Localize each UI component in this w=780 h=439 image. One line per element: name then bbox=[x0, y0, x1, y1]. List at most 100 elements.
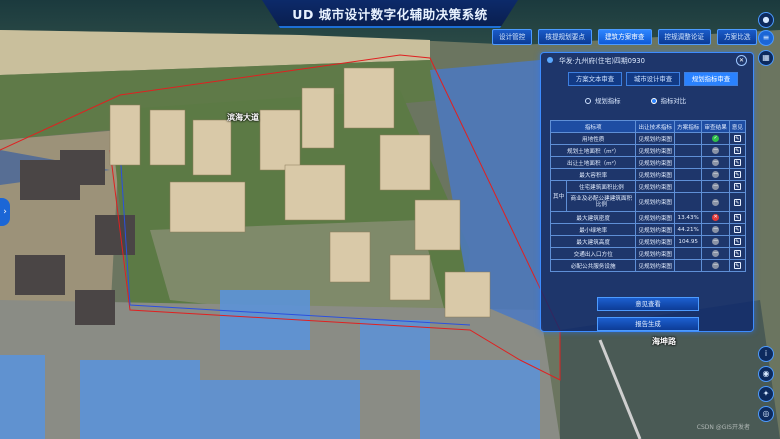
radio-label: 指标对比 bbox=[660, 97, 687, 105]
nav-scheme-compare[interactable]: 方案比选 bbox=[717, 29, 758, 45]
row-tech: 见规划约束图 bbox=[635, 247, 676, 260]
radio-off-icon bbox=[585, 97, 591, 104]
row-name: 商业及必配公建建筑面积比例 bbox=[566, 192, 637, 212]
panel-header: 华发·九州府(住宅)四期0930 ✕ bbox=[541, 53, 753, 67]
radio-indicator-compare[interactable]: 指标对比 bbox=[650, 96, 687, 105]
row-tech: 见规划约束图 bbox=[635, 132, 676, 145]
radio-planning-indicators[interactable]: 规划指标 bbox=[585, 96, 621, 105]
row-tech: 见规划约束图 bbox=[635, 192, 676, 212]
col-header-item: 指标项 bbox=[549, 120, 637, 133]
col-header-opinion: 意见 bbox=[728, 120, 747, 133]
status-pending-icon: — bbox=[712, 226, 720, 233]
status-pending-icon: — bbox=[712, 250, 720, 257]
row-name: 最大建筑高度 bbox=[549, 235, 637, 248]
row-tech: 见规划约束图 bbox=[635, 180, 676, 193]
row-tech: 见规划约束图 bbox=[635, 144, 676, 157]
row-scheme bbox=[674, 144, 703, 157]
nav-design-control[interactable]: 设计管控 bbox=[492, 29, 533, 45]
panel-title: 华发·九州府(住宅)四期0930 bbox=[559, 57, 645, 65]
status-pending-icon: — bbox=[712, 183, 720, 190]
col-header-result: 审查结果 bbox=[701, 120, 730, 133]
edit-icon[interactable]: ✎ bbox=[733, 262, 741, 269]
opinion-view-button[interactable]: 意见查看 bbox=[597, 297, 699, 311]
road-label-haikun: 海坤路 bbox=[652, 337, 676, 346]
nav-building-review[interactable]: 建筑方案审查 bbox=[597, 29, 652, 45]
row-tech: 见规划约束图 bbox=[635, 235, 676, 248]
view-radios: 规划指标 指标对比 bbox=[585, 96, 686, 105]
edit-icon[interactable]: ✎ bbox=[733, 183, 741, 190]
radio-label: 规划指标 bbox=[595, 97, 621, 105]
review-panel: 华发·九州府(住宅)四期0930 ✕ 方案文本审查 城市设计审查 规划指标审查 … bbox=[540, 52, 754, 332]
col-header-scheme: 方案指标 bbox=[674, 120, 703, 133]
row-tech: 见规划约束图 bbox=[635, 156, 676, 169]
row-scheme bbox=[674, 132, 703, 145]
status-pending-icon: — bbox=[712, 198, 720, 206]
row-name: 必配公共服务设施 bbox=[549, 259, 637, 272]
list-icon[interactable]: ≡ bbox=[758, 30, 774, 46]
row-name: 最小绿地率 bbox=[549, 223, 637, 236]
status-pending-icon: — bbox=[712, 171, 720, 178]
top-nav: 设计管控 核提规划要点 建筑方案审查 控规调整论证 方案比选 bbox=[492, 29, 758, 45]
nav-zoning-adjust[interactable]: 控规调整论证 bbox=[657, 29, 712, 45]
chevron-right-icon[interactable]: › bbox=[0, 198, 10, 226]
edit-icon[interactable]: ✎ bbox=[733, 214, 741, 221]
table-row: 最大建筑密度 见规划约束图 13.43% ✕ ✎ bbox=[549, 211, 747, 224]
status-fail-icon: ✕ bbox=[712, 214, 720, 221]
app-title-bar: UD 城市设计数字化辅助决策系统 bbox=[262, 0, 518, 28]
row-scheme bbox=[674, 168, 703, 181]
compass-icon[interactable]: ✦ bbox=[758, 386, 774, 402]
table-row: 最大建筑高度 见规划约束图 104.95 — ✎ bbox=[549, 235, 747, 248]
table-row: 用地性质 见规划约束图 ✓ ✎ bbox=[549, 132, 747, 145]
road-label-binhai: 滨海大道 bbox=[227, 113, 259, 122]
row-scheme: 44.21% bbox=[674, 223, 703, 236]
location-icon[interactable]: ◎ bbox=[758, 406, 774, 422]
row-name: 最大建筑密度 bbox=[549, 211, 637, 224]
camera-icon[interactable]: ◉ bbox=[758, 366, 774, 382]
tab-urban-design-review[interactable]: 城市设计审查 bbox=[626, 72, 680, 86]
status-pending-icon: — bbox=[712, 262, 720, 269]
edit-icon[interactable]: ✎ bbox=[733, 135, 741, 142]
tab-text-review[interactable]: 方案文本审查 bbox=[568, 72, 622, 86]
edit-icon[interactable]: ✎ bbox=[733, 250, 741, 257]
table-header-row: 指标项 出让技术指标 方案指标 审查结果 意见 bbox=[549, 120, 747, 133]
row-name: 最大容积率 bbox=[549, 168, 637, 181]
table-row: 商业及必配公建建筑面积比例 见规划约束图 — ✎ bbox=[551, 192, 747, 212]
row-scheme: 13.43% bbox=[674, 211, 703, 224]
row-tech: 见规划约束图 bbox=[635, 223, 676, 236]
edit-icon[interactable]: ✎ bbox=[733, 198, 741, 206]
edit-icon[interactable]: ✎ bbox=[733, 226, 741, 233]
row-name: 出让土地面积（m²） bbox=[549, 156, 637, 169]
panel-tabs: 方案文本审查 城市设计审查 规划指标审查 bbox=[568, 72, 738, 86]
row-scheme bbox=[674, 156, 703, 169]
nav-planning-points[interactable]: 核提规划要点 bbox=[538, 29, 592, 45]
table-row: 其中 住宅建筑面积比例 见规划约束图 — ✎ bbox=[549, 180, 747, 212]
report-generate-button[interactable]: 报告生成 bbox=[597, 317, 699, 331]
user-icon[interactable]: ● bbox=[758, 12, 774, 28]
row-scheme bbox=[674, 192, 703, 212]
tab-indicator-review[interactable]: 规划指标审查 bbox=[684, 72, 738, 86]
panel-dot-icon bbox=[547, 57, 553, 63]
layers-icon[interactable]: ▦ bbox=[758, 50, 774, 66]
row-scheme bbox=[674, 247, 703, 260]
row-name: 住宅建筑面积比例 bbox=[566, 180, 637, 193]
row-name: 交通出入口方位 bbox=[549, 247, 637, 260]
table-row: 交通出入口方位 见规划约束图 — ✎ bbox=[549, 247, 747, 260]
close-icon[interactable]: ✕ bbox=[736, 55, 747, 66]
edit-icon[interactable]: ✎ bbox=[733, 147, 741, 154]
table-row: 必配公共服务设施 见规划约束图 — ✎ bbox=[549, 259, 747, 272]
row-name: 用地性质 bbox=[549, 132, 637, 145]
app-title: UD 城市设计数字化辅助决策系统 bbox=[292, 6, 488, 22]
row-scheme bbox=[674, 180, 703, 193]
table-row: 出让土地面积（m²） 见规划约束图 — ✎ bbox=[549, 156, 747, 169]
status-pending-icon: — bbox=[712, 238, 720, 245]
status-pending-icon: — bbox=[712, 159, 720, 166]
edit-icon[interactable]: ✎ bbox=[733, 159, 741, 166]
edit-icon[interactable]: ✎ bbox=[733, 238, 741, 245]
row-tech: 见规划约束图 bbox=[635, 259, 676, 272]
status-ok-icon: ✓ bbox=[712, 135, 720, 142]
table-row: 规划土地面积（m²） 见规划约束图 — ✎ bbox=[549, 144, 747, 157]
watermark: CSDN @GIS开发者 bbox=[696, 424, 750, 431]
info-icon[interactable]: i bbox=[758, 346, 774, 362]
row-tech: 见规划约束图 bbox=[635, 211, 676, 224]
edit-icon[interactable]: ✎ bbox=[733, 171, 741, 178]
